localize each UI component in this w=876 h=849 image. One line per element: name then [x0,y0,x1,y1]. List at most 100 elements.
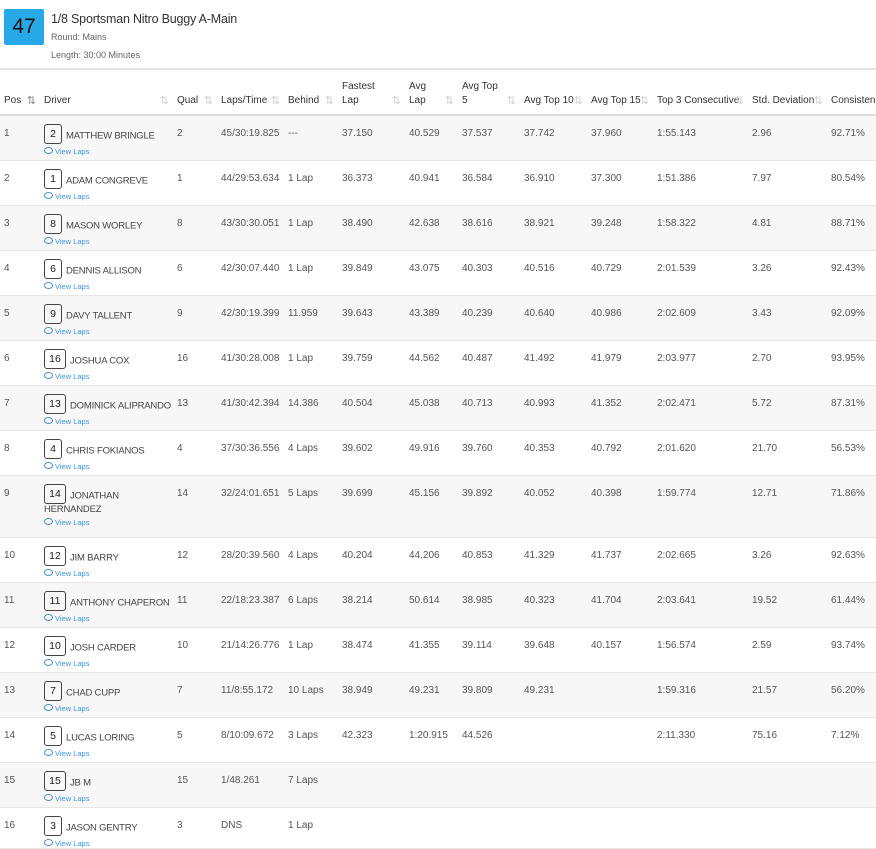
view-laps-link[interactable]: View Laps [44,147,171,156]
cell-pos: 5 [0,295,40,341]
cell-std: 3.43 [748,295,827,341]
view-laps-link[interactable]: View Laps [44,416,171,426]
cell-avg: 44.562 [405,340,458,386]
cell-top10 [520,762,587,808]
view-laps-link[interactable]: View Laps [44,658,171,668]
eye-icon [44,568,53,576]
table-row: 6 16 JOSHUA COX View Laps 16 41/30:28.008 1 La… [0,340,876,386]
cell-std: 3.26 [748,250,827,296]
view-laps-label: View Laps [55,517,90,527]
cell-cons [827,762,876,808]
driver-name[interactable]: LUCAS LORING [66,732,135,743]
cell-fastest: 39.759 [338,340,405,386]
view-laps-link[interactable]: View Laps [44,568,171,578]
driver-name[interactable]: JB M [70,777,91,788]
cell-top15 [587,717,653,763]
driver-name[interactable]: MASON WORLEY [66,220,142,231]
cell-fastest: 40.204 [338,537,405,583]
cell-qual: 2 [173,115,217,161]
driver-name[interactable]: MATTHEW BRINGLE [66,131,155,142]
driver-name[interactable]: DOMINICK ALIPRANDO [70,400,171,411]
table-row: 5 9 DAVY TALLENT View Laps 9 42/30:19.399 11.9… [0,295,876,341]
col-pos[interactable]: Pos ⇅ [0,68,40,116]
view-laps-link[interactable]: View Laps [44,703,171,713]
col-std-deviation[interactable]: Std. Deviation ⇅ [748,68,827,116]
view-laps-link[interactable]: View Laps [44,191,171,201]
driver-name[interactable]: JOSH CARDER [70,642,136,653]
cell-top5: 39.114 [458,627,520,673]
cell-top10: 40.323 [520,582,587,628]
view-laps-link[interactable]: View Laps [44,371,171,381]
view-laps-link[interactable]: View Laps [44,838,171,848]
cell-top5: 39.892 [458,475,520,538]
cell-top15: 41.737 [587,537,653,583]
driver-name[interactable]: JOSHUA COX [70,355,129,366]
driver-name[interactable]: CHAD CUPP [66,687,120,698]
view-laps-link[interactable]: View Laps [44,461,171,471]
driver-name[interactable]: ANTHONY CHAPERON [70,597,170,608]
cell-top15: 41.352 [587,385,653,431]
cell-avg [405,807,458,849]
cell-top15: 40.398 [587,475,653,538]
cell-driver: 1 ADAM CONGREVE View Laps [40,160,173,206]
col-avg-top10[interactable]: Avg Top 10 ⇅ [520,68,587,116]
eye-icon [44,613,53,621]
view-laps-label: View Laps [55,281,90,291]
cell-behind: 11.959 [284,295,338,341]
driver-name[interactable]: CHRIS FOKIANOS [66,445,145,456]
driver-name[interactable]: DENNIS ALLISON [66,265,142,276]
view-laps-link[interactable]: View Laps [44,613,171,623]
col-consistency[interactable]: Consistency [827,68,876,116]
cell-behind: 14.386 [284,385,338,431]
eye-icon [44,461,53,469]
cell-avg: 43.075 [405,250,458,296]
col-avg-top15[interactable]: Avg Top 15 ⇅ [587,68,653,116]
cell-top3c: 2:11.330 [653,717,748,763]
cell-top3c: 1:59.774 [653,475,748,538]
cell-cons: 88.71% [827,205,876,251]
col-laps-time[interactable]: Laps/Time ⇅ [217,68,284,116]
col-avg-top5[interactable]: Avg Top 5 ⇅ [458,68,520,116]
cell-top10: 40.640 [520,295,587,341]
table-row: 14 5 LUCAS LORING View Laps 5 8/10:09.672 3 La… [0,717,876,763]
driver-name[interactable]: DAVY TALLENT [66,310,132,321]
cell-avg: 45.038 [405,385,458,431]
col-qual[interactable]: Qual ⇅ [173,68,217,116]
cell-top3c: 1:59.316 [653,672,748,718]
col-behind[interactable]: Behind ⇅ [284,68,338,116]
cell-top15 [587,762,653,808]
view-laps-label: View Laps [55,703,90,713]
view-laps-link[interactable]: View Laps [44,748,171,758]
col-avg-lap[interactable]: Avg Lap ⇅ [405,68,458,116]
cell-std: 12.71 [748,475,827,538]
driver-name[interactable]: JASON GENTRY [66,822,138,833]
view-laps-link[interactable]: View Laps [44,281,171,291]
eye-icon [44,281,53,289]
driver-name[interactable]: ADAM CONGREVE [66,175,148,186]
driver-name[interactable]: JIM BARRY [70,552,119,563]
sort-icon: ⇅ [444,95,454,107]
cell-cons: 61.44% [827,582,876,628]
cell-driver: 15 JB M View Laps [40,762,173,808]
view-laps-link[interactable]: View Laps [44,236,171,246]
col-top3-consecutive[interactable]: Top 3 Consecutive ⇅ [653,68,748,116]
view-laps-link[interactable]: View Laps [44,326,171,336]
car-number-badge: 5 [44,725,62,746]
cell-fastest: 39.849 [338,250,405,296]
col-driver[interactable]: Driver ⇅ [40,68,173,116]
cell-behind: 4 Laps [284,430,338,476]
cell-cons [827,807,876,849]
cell-avg [405,762,458,808]
table-row: 4 6 DENNIS ALLISON View Laps 6 42/30:07.440 1 … [0,250,876,296]
car-number-badge: 10 [44,635,66,656]
view-laps-link[interactable]: View Laps [44,517,171,527]
cell-driver: 13 DOMINICK ALIPRANDO View Laps [40,385,173,431]
view-laps-link[interactable]: View Laps [44,793,171,803]
cell-laps: 41/30:42.394 [217,385,284,431]
cell-pos: 6 [0,340,40,386]
cell-behind: 4 Laps [284,537,338,583]
col-fastest-lap[interactable]: Fastest Lap ⇅ [338,68,405,116]
cell-pos: 13 [0,672,40,718]
cell-top3c: 2:03.641 [653,582,748,628]
cell-qual: 15 [173,762,217,808]
